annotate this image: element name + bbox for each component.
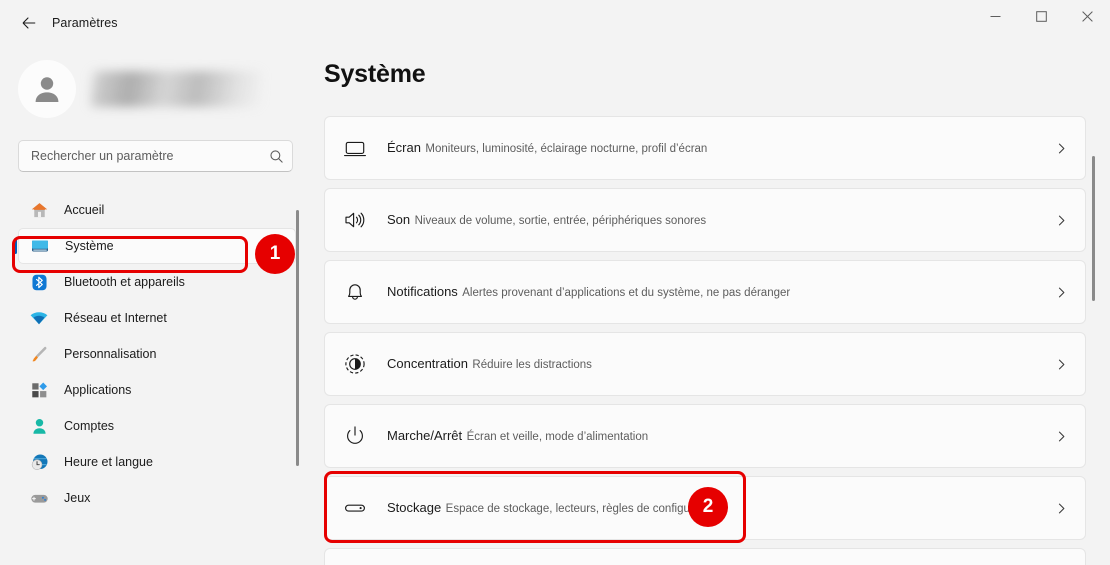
brush-icon — [28, 343, 50, 365]
settings-card-subtitle: Réduire les distractions — [472, 358, 592, 371]
sidebar-item-heure-langue[interactable]: Heure et langue — [18, 444, 296, 480]
sidebar-item-reseau[interactable]: Réseau et Internet — [18, 300, 296, 336]
settings-card-text: Écran Moniteurs, luminosité, éclairage n… — [387, 139, 1051, 158]
main-content: Système Écran Moniteurs, luminosité, écl… — [310, 44, 1110, 565]
settings-card-stockage[interactable]: Stockage Espace de stockage, lecteurs, r… — [324, 476, 1086, 540]
sidebar-item-label: Personnalisation — [64, 347, 157, 361]
window-title: Paramètres — [52, 16, 118, 30]
settings-card-subtitle: Alertes provenant d’applications et du s… — [462, 286, 791, 299]
sidebar-item-label: Système — [65, 239, 114, 253]
maximize-button[interactable] — [1018, 0, 1064, 33]
settings-card-notifications[interactable]: Notifications Alertes provenant d’applic… — [324, 260, 1086, 324]
settings-card-text: Stockage Espace de stockage, lecteurs, r… — [387, 499, 1051, 518]
avatar — [18, 60, 76, 118]
settings-window: Paramètres Rechercher un paramètre Accue… — [0, 0, 1110, 565]
bluetooth-icon — [28, 271, 50, 293]
search-input[interactable] — [31, 149, 269, 163]
gamepad-icon — [28, 487, 50, 509]
sidebar-item-bluetooth[interactable]: Bluetooth et appareils — [18, 264, 296, 300]
focus-icon — [341, 350, 369, 378]
sidebar-item-personnalisation[interactable]: Personnalisation — [18, 336, 296, 372]
settings-card-title: Écran — [387, 139, 421, 155]
sidebar-item-systeme[interactable]: Système — [18, 228, 296, 264]
sidebar-item-label: Réseau et Internet — [64, 311, 167, 325]
sidebar-nav: Accueil Système Bluetooth et appareils R… — [0, 192, 310, 565]
settings-card-marche-arret[interactable]: Marche/Arrêt Écran et veille, mode d’ali… — [324, 404, 1086, 468]
settings-card-text: Concentration Réduire les distractions — [387, 355, 1051, 374]
settings-card-son[interactable]: Son Niveaux de volume, sortie, entrée, p… — [324, 188, 1086, 252]
sidebar: Accueil Système — [0, 44, 310, 565]
settings-card-concentration[interactable]: Concentration Réduire les distractions — [324, 332, 1086, 396]
home-icon — [28, 199, 50, 221]
settings-card-text: Notifications Alertes provenant d’applic… — [387, 283, 1051, 302]
sidebar-item-label: Accueil — [64, 203, 105, 217]
chevron-right-icon — [1051, 138, 1071, 158]
back-arrow-icon — [22, 17, 36, 29]
chevron-right-icon — [1051, 354, 1071, 374]
sidebar-scrollbar[interactable] — [296, 210, 299, 510]
maximize-icon — [1035, 11, 1047, 22]
sidebar-item-label: Comptes — [64, 419, 115, 433]
main-scrollbar-thumb[interactable] — [1092, 156, 1095, 301]
clock-globe-icon — [28, 451, 50, 473]
bell-icon — [341, 278, 369, 306]
sidebar-item-label: Applications — [64, 383, 132, 397]
speaker-icon — [341, 206, 369, 234]
chevron-right-icon — [1051, 210, 1071, 230]
accounts-icon — [28, 415, 50, 437]
settings-card-title: Son — [387, 211, 411, 227]
chevron-right-icon — [1051, 498, 1071, 518]
storage-drive-icon — [341, 494, 369, 522]
settings-card-subtitle: Niveaux de volume, sortie, entrée, périp… — [414, 214, 707, 227]
sidebar-item-label: Jeux — [64, 491, 91, 505]
account-name — [90, 71, 262, 107]
minimize-icon — [990, 16, 1000, 17]
apps-icon — [28, 379, 50, 401]
close-button[interactable] — [1064, 0, 1110, 33]
monitor-icon — [341, 134, 369, 162]
window-controls — [972, 0, 1110, 33]
sidebar-item-label: Heure et langue — [64, 455, 153, 469]
settings-card-subtitle: Moniteurs, luminosité, éclairage nocturn… — [425, 142, 708, 155]
page-title: Système — [324, 60, 426, 88]
title-bar: Paramètres — [0, 0, 1110, 44]
chevron-right-icon — [1051, 426, 1071, 446]
close-icon — [1081, 11, 1093, 22]
settings-card-title: Concentration — [387, 355, 468, 371]
settings-card-title: Marche/Arrêt — [387, 427, 463, 443]
sidebar-item-accueil[interactable]: Accueil — [18, 192, 296, 228]
sidebar-item-comptes[interactable]: Comptes — [18, 408, 296, 444]
network-icon — [28, 307, 50, 329]
sidebar-scrollbar-thumb[interactable] — [296, 210, 299, 466]
settings-card-subtitle: Espace de stockage, lecteurs, règles de … — [445, 502, 719, 515]
power-icon — [341, 422, 369, 450]
system-icon — [29, 235, 51, 257]
main-scrollbar[interactable] — [1092, 100, 1095, 550]
settings-card-next-partial[interactable] — [324, 548, 1086, 565]
settings-card-title: Notifications — [387, 283, 458, 299]
settings-card-ecran[interactable]: Écran Moniteurs, luminosité, éclairage n… — [324, 116, 1086, 180]
search-icon[interactable] — [269, 149, 284, 164]
settings-card-text: Marche/Arrêt Écran et veille, mode d’ali… — [387, 427, 1051, 446]
search-box[interactable] — [18, 140, 293, 172]
settings-card-list: Écran Moniteurs, luminosité, éclairage n… — [324, 116, 1086, 565]
account-row[interactable] — [18, 58, 280, 120]
chevron-right-icon — [1051, 282, 1071, 302]
settings-card-text: Son Niveaux de volume, sortie, entrée, p… — [387, 211, 1051, 230]
minimize-button[interactable] — [972, 0, 1018, 33]
sidebar-item-applications[interactable]: Applications — [18, 372, 296, 408]
settings-card-subtitle: Écran et veille, mode d’alimentation — [466, 430, 649, 443]
sidebar-item-jeux[interactable]: Jeux — [18, 480, 296, 516]
person-avatar-icon — [35, 77, 59, 102]
settings-card-title: Stockage — [387, 499, 442, 515]
sidebar-item-label: Bluetooth et appareils — [64, 275, 185, 289]
back-button[interactable] — [14, 10, 44, 36]
